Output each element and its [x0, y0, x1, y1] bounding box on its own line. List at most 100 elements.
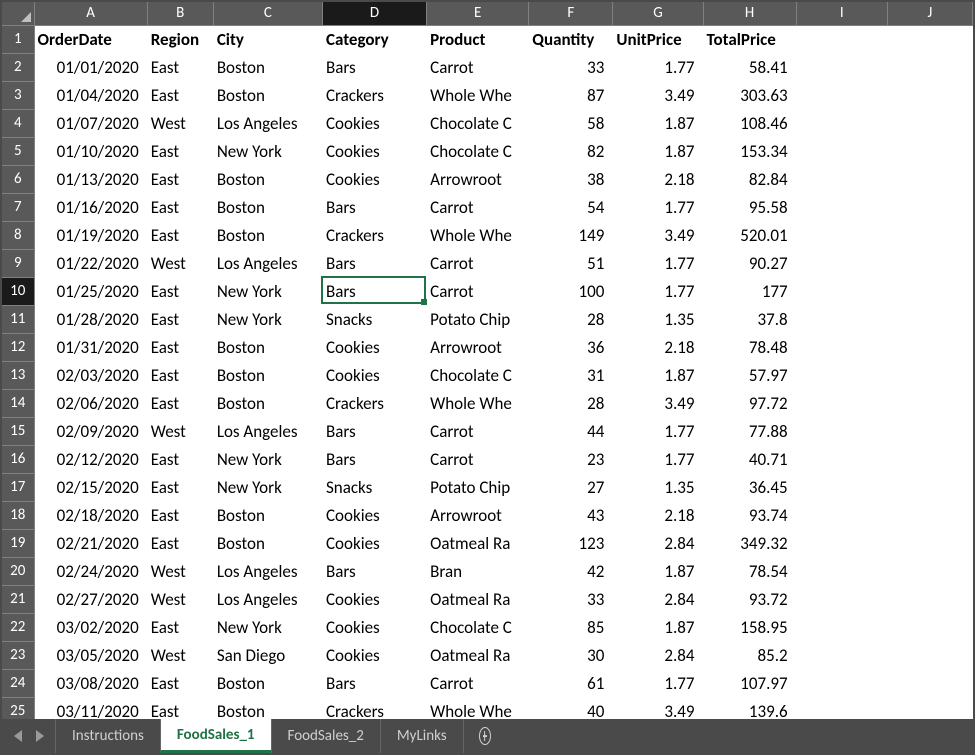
- cell-H14[interactable]: 97.72: [703, 389, 796, 417]
- cell-C25[interactable]: Boston: [213, 697, 322, 719]
- cell-F25[interactable]: 40: [529, 697, 613, 719]
- col-header-D[interactable]: D: [322, 2, 426, 25]
- cell-A25[interactable]: 03/11/2020: [34, 697, 147, 719]
- col-header-I[interactable]: I: [796, 2, 887, 25]
- cell-E9[interactable]: Carrot: [427, 249, 529, 277]
- cell-F13[interactable]: 31: [529, 361, 613, 389]
- cell-F10[interactable]: 100: [529, 277, 613, 305]
- cell-A5[interactable]: 01/10/2020: [34, 137, 147, 165]
- cell-B6[interactable]: East: [147, 165, 213, 193]
- cell-I15[interactable]: [796, 417, 887, 445]
- cell-D5[interactable]: Cookies: [322, 137, 426, 165]
- sheet-tab-FoodSales_2[interactable]: FoodSales_2: [271, 719, 381, 753]
- cell-G3[interactable]: 3.49: [613, 81, 703, 109]
- cell-G20[interactable]: 1.87: [613, 557, 703, 585]
- cell-C11[interactable]: New York: [213, 305, 322, 333]
- cell-J14[interactable]: [887, 389, 972, 417]
- cell-H6[interactable]: 82.84: [703, 165, 796, 193]
- col-header-C[interactable]: C: [213, 2, 322, 25]
- cell-I16[interactable]: [796, 445, 887, 473]
- cell-J10[interactable]: [887, 277, 972, 305]
- row-header-22[interactable]: 22: [2, 613, 34, 641]
- row-header-1[interactable]: 1: [2, 25, 34, 53]
- row-header-9[interactable]: 9: [2, 249, 34, 277]
- cell-J8[interactable]: [887, 221, 972, 249]
- cell-E17[interactable]: Potato Chip: [427, 473, 529, 501]
- cell-H4[interactable]: 108.46: [703, 109, 796, 137]
- cell-D17[interactable]: Snacks: [322, 473, 426, 501]
- cell-I12[interactable]: [796, 333, 887, 361]
- cell-H10[interactable]: 177: [703, 277, 796, 305]
- cell-E11[interactable]: Potato Chip: [427, 305, 529, 333]
- field-header-OrderDate[interactable]: OrderDate: [34, 25, 147, 53]
- cell-F14[interactable]: 28: [529, 389, 613, 417]
- cell-J23[interactable]: [887, 641, 972, 669]
- cell-F4[interactable]: 58: [529, 109, 613, 137]
- cell-G15[interactable]: 1.77: [613, 417, 703, 445]
- cell-C23[interactable]: San Diego: [213, 641, 322, 669]
- cell-H5[interactable]: 153.34: [703, 137, 796, 165]
- cell-A17[interactable]: 02/15/2020: [34, 473, 147, 501]
- cell-C21[interactable]: Los Angeles: [213, 585, 322, 613]
- cell-I20[interactable]: [796, 557, 887, 585]
- cell-D24[interactable]: Bars: [322, 669, 426, 697]
- cell-H21[interactable]: 93.72: [703, 585, 796, 613]
- cell-J25[interactable]: [887, 697, 972, 719]
- cell-G22[interactable]: 1.87: [613, 613, 703, 641]
- cell-E19[interactable]: Oatmeal Ra: [427, 529, 529, 557]
- cell-D8[interactable]: Crackers: [322, 221, 426, 249]
- cell-F20[interactable]: 42: [529, 557, 613, 585]
- cell-E24[interactable]: Carrot: [427, 669, 529, 697]
- cell-D19[interactable]: Cookies: [322, 529, 426, 557]
- cell-F12[interactable]: 36: [529, 333, 613, 361]
- cell-H15[interactable]: 77.88: [703, 417, 796, 445]
- cell-I19[interactable]: [796, 529, 887, 557]
- cell-J5[interactable]: [887, 137, 972, 165]
- cell-B15[interactable]: West: [147, 417, 213, 445]
- cell-J13[interactable]: [887, 361, 972, 389]
- cell-C10[interactable]: New York: [213, 277, 322, 305]
- cell-J15[interactable]: [887, 417, 972, 445]
- cell-J24[interactable]: [887, 669, 972, 697]
- cell-A16[interactable]: 02/12/2020: [34, 445, 147, 473]
- cell-E18[interactable]: Arrowroot: [427, 501, 529, 529]
- cell-D21[interactable]: Cookies: [322, 585, 426, 613]
- cell-B9[interactable]: West: [147, 249, 213, 277]
- row-header-4[interactable]: 4: [2, 109, 34, 137]
- cell-B18[interactable]: East: [147, 501, 213, 529]
- cell-C17[interactable]: New York: [213, 473, 322, 501]
- select-all-corner[interactable]: [2, 2, 34, 25]
- cell-I11[interactable]: [796, 305, 887, 333]
- cell-J21[interactable]: [887, 585, 972, 613]
- cell-J20[interactable]: [887, 557, 972, 585]
- row-header-2[interactable]: 2: [2, 53, 34, 81]
- cell-D12[interactable]: Cookies: [322, 333, 426, 361]
- cell-H12[interactable]: 78.48: [703, 333, 796, 361]
- cell-G16[interactable]: 1.77: [613, 445, 703, 473]
- cell-D25[interactable]: Crackers: [322, 697, 426, 719]
- cell-F11[interactable]: 28: [529, 305, 613, 333]
- cell-G21[interactable]: 2.84: [613, 585, 703, 613]
- cell-A9[interactable]: 01/22/2020: [34, 249, 147, 277]
- cell-B25[interactable]: East: [147, 697, 213, 719]
- cell-I8[interactable]: [796, 221, 887, 249]
- cell-D22[interactable]: Cookies: [322, 613, 426, 641]
- col-header-B[interactable]: B: [147, 2, 213, 25]
- cell-I18[interactable]: [796, 501, 887, 529]
- cell-B17[interactable]: East: [147, 473, 213, 501]
- cell-F17[interactable]: 27: [529, 473, 613, 501]
- cell-G24[interactable]: 1.77: [613, 669, 703, 697]
- col-header-A[interactable]: A: [34, 2, 147, 25]
- row-header-21[interactable]: 21: [2, 585, 34, 613]
- cell-B3[interactable]: East: [147, 81, 213, 109]
- cell-D2[interactable]: Bars: [322, 53, 426, 81]
- col-header-J[interactable]: J: [887, 2, 972, 25]
- cell-D10[interactable]: Bars: [322, 277, 426, 305]
- cell-H8[interactable]: 520.01: [703, 221, 796, 249]
- cell-B21[interactable]: West: [147, 585, 213, 613]
- row-header-12[interactable]: 12: [2, 333, 34, 361]
- cell-H22[interactable]: 158.95: [703, 613, 796, 641]
- cell-A20[interactable]: 02/24/2020: [34, 557, 147, 585]
- cell-I7[interactable]: [796, 193, 887, 221]
- row-header-23[interactable]: 23: [2, 641, 34, 669]
